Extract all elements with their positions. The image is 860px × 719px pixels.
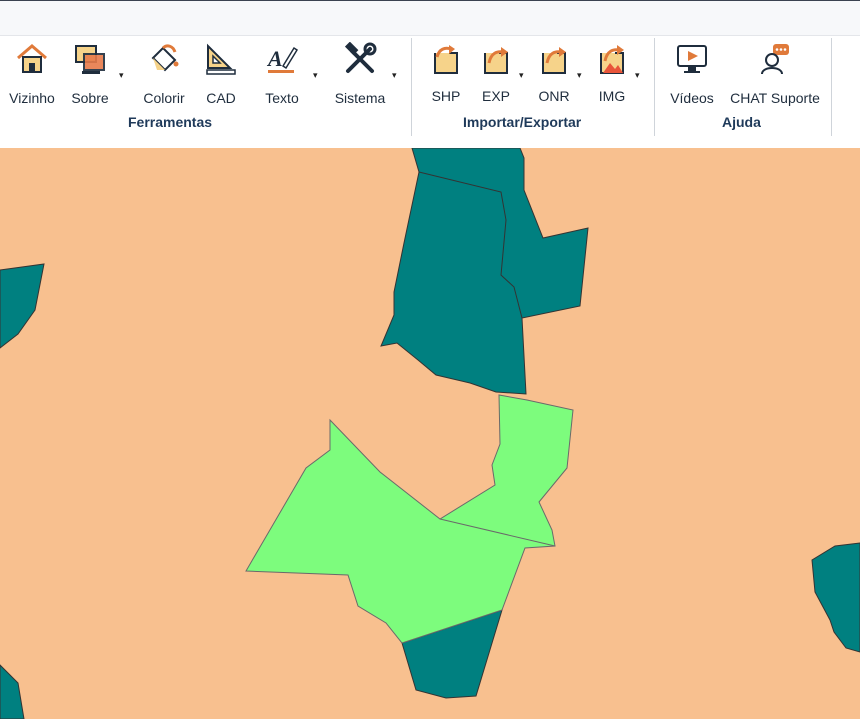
neighbor-parcel[interactable] xyxy=(0,263,45,349)
set-square-ruler-icon xyxy=(203,42,239,76)
wrench-hammer-icon xyxy=(342,42,378,76)
exp-dropdown-caret[interactable]: ▾ xyxy=(519,70,524,81)
sobre-button[interactable]: Sobre xyxy=(64,42,116,106)
group-separator xyxy=(411,38,412,136)
sistema-button[interactable]: Sistema xyxy=(330,42,390,106)
neighbor-parcel[interactable] xyxy=(380,148,589,395)
house-neighbor-icon xyxy=(14,42,50,76)
paint-bucket-icon xyxy=(146,42,182,76)
colorir-button[interactable]: Colorir xyxy=(140,42,188,106)
shp-import-icon xyxy=(428,42,464,78)
onr-dropdown-caret[interactable]: ▾ xyxy=(577,70,582,81)
exp-button[interactable]: EXP xyxy=(476,42,516,106)
sobre-label: Sobre xyxy=(71,90,109,106)
cad-button[interactable]: CAD xyxy=(198,42,244,106)
group-separator xyxy=(831,38,832,136)
onr-label: ONR xyxy=(538,88,570,104)
img-export-icon xyxy=(594,42,630,78)
group-label-ferramentas: Ferramentas xyxy=(128,114,213,130)
vizinho-label: Vizinho xyxy=(9,90,55,106)
texto-label: Texto xyxy=(265,90,299,106)
texto-button[interactable]: A Texto xyxy=(256,42,308,106)
neighbor-parcel[interactable] xyxy=(0,664,25,719)
sistema-label: Sistema xyxy=(334,90,386,106)
onr-button[interactable]: ONR xyxy=(534,42,574,106)
group-label-ajuda: Ajuda xyxy=(722,114,761,130)
group-label-importar-exportar: Importar/Exportar xyxy=(463,114,582,130)
colorir-label: Colorir xyxy=(143,90,185,106)
map-canvas[interactable] xyxy=(0,148,860,719)
img-dropdown-caret[interactable]: ▾ xyxy=(635,70,640,81)
cad-label: CAD xyxy=(206,90,236,106)
ribbon-toolbar: Vizinho Sobre ▾ Colorir CAD A Texto ▾ Si… xyxy=(0,36,860,148)
text-pen-icon: A xyxy=(264,42,300,76)
exp-label: EXP xyxy=(481,88,510,104)
neighbor-parcel[interactable] xyxy=(811,542,860,653)
group-separator xyxy=(654,38,655,136)
chat-support-icon xyxy=(757,42,793,76)
vizinho-button[interactable]: Vizinho xyxy=(8,42,56,106)
onr-export-icon xyxy=(536,42,572,78)
sobre-dropdown-caret[interactable]: ▾ xyxy=(119,70,124,81)
texto-dropdown-caret[interactable]: ▾ xyxy=(313,70,318,81)
chat-suporte-button[interactable]: CHAT Suporte xyxy=(726,42,824,106)
chat-suporte-label: CHAT Suporte xyxy=(730,90,820,106)
overlap-layers-icon xyxy=(72,42,108,76)
svg-text:A: A xyxy=(266,46,283,71)
exp-export-icon xyxy=(478,42,514,78)
shp-label: SHP xyxy=(431,88,461,104)
shp-button[interactable]: SHP xyxy=(426,42,466,106)
videos-label: Vídeos xyxy=(670,90,714,106)
img-button[interactable]: IMG xyxy=(592,42,632,106)
video-monitor-icon xyxy=(674,42,710,76)
title-bar xyxy=(0,0,860,36)
videos-button[interactable]: Vídeos xyxy=(668,42,716,106)
selected-parcel[interactable] xyxy=(245,394,574,644)
img-label: IMG xyxy=(598,88,626,104)
parcel-map xyxy=(0,148,860,719)
sistema-dropdown-caret[interactable]: ▾ xyxy=(392,70,397,81)
